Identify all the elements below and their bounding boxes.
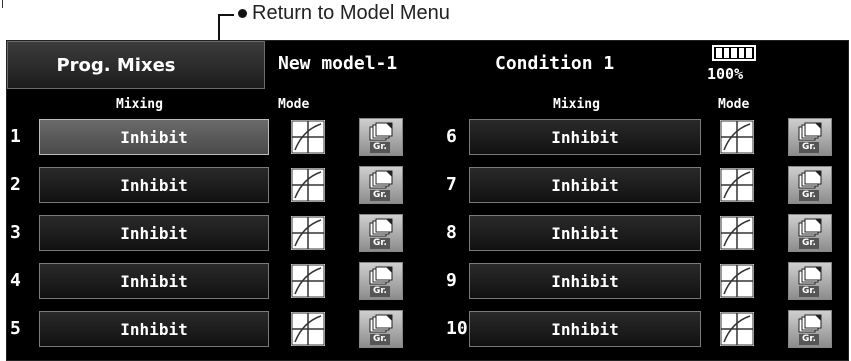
mixing-button-3[interactable]: Inhibit: [39, 215, 269, 251]
group-label: Gr.: [370, 190, 390, 201]
row-number-7: 7: [446, 174, 457, 195]
group-copy-button-2[interactable]: Gr.: [359, 166, 403, 204]
mixing-curve-icon[interactable]: [720, 312, 754, 346]
group-label: Gr.: [799, 190, 819, 201]
mixing-curve-icon[interactable]: [291, 168, 325, 202]
group-copy-icon: [369, 266, 393, 285]
row-number-8: 8: [446, 222, 457, 243]
row-number-5: 5: [10, 318, 21, 339]
col-header-mode-left: Mode: [278, 97, 310, 112]
callout-label: Return to Model Menu: [252, 2, 450, 24]
battery-percentage: 100%: [707, 65, 744, 83]
mixing-curve-icon[interactable]: [291, 120, 325, 154]
group-label: Gr.: [370, 334, 390, 345]
group-label: Gr.: [370, 238, 390, 249]
group-label: Gr.: [370, 142, 390, 153]
group-copy-icon: [369, 122, 393, 141]
group-copy-button-6[interactable]: Gr.: [788, 118, 832, 156]
group-copy-icon: [369, 218, 393, 237]
condition-name: Condition 1: [495, 53, 615, 74]
mixing-button-1[interactable]: Inhibit: [39, 119, 269, 155]
callout-bullet-icon: [238, 9, 247, 18]
mixing-curve-icon[interactable]: [291, 264, 325, 298]
mixing-button-2[interactable]: Inhibit: [39, 167, 269, 203]
return-callout: Return to Model Menu: [218, 0, 618, 44]
mixing-curve-icon[interactable]: [720, 120, 754, 154]
group-copy-icon: [798, 170, 822, 189]
header-bar: Prog. Mixes New model-1 Condition 1 100%: [7, 41, 848, 91]
group-copy-button-9[interactable]: Gr.: [788, 262, 832, 300]
group-copy-button-1[interactable]: Gr.: [359, 118, 403, 156]
group-copy-button-5[interactable]: Gr.: [359, 310, 403, 348]
group-copy-button-3[interactable]: Gr.: [359, 214, 403, 252]
col-header-mixing-right: Mixing: [553, 97, 600, 112]
group-copy-icon: [798, 218, 822, 237]
group-copy-button-10[interactable]: Gr.: [788, 310, 832, 348]
mixing-curve-icon[interactable]: [720, 264, 754, 298]
mixing-button-10[interactable]: Inhibit: [469, 311, 701, 347]
transmitter-screen: Prog. Mixes New model-1 Condition 1 100%…: [6, 40, 849, 361]
row-number-1: 1: [10, 126, 21, 147]
row-number-4: 4: [10, 270, 21, 291]
mixing-curve-icon[interactable]: [720, 168, 754, 202]
group-label: Gr.: [799, 286, 819, 297]
row-number-10: 10: [446, 318, 468, 339]
battery-icon: [712, 43, 762, 65]
group-copy-icon: [369, 314, 393, 333]
group-copy-icon: [798, 314, 822, 333]
mixing-curve-icon[interactable]: [720, 216, 754, 250]
row-number-6: 6: [446, 126, 457, 147]
mixing-button-5[interactable]: Inhibit: [39, 311, 269, 347]
group-label: Gr.: [370, 286, 390, 297]
group-label: Gr.: [799, 334, 819, 345]
group-copy-icon: [798, 266, 822, 285]
mixing-button-9[interactable]: Inhibit: [469, 263, 701, 299]
model-name: New model-1: [278, 53, 398, 74]
mixing-button-4[interactable]: Inhibit: [39, 263, 269, 299]
group-label: Gr.: [799, 142, 819, 153]
group-copy-icon: [798, 122, 822, 141]
mixing-button-7[interactable]: Inhibit: [469, 167, 701, 203]
group-copy-icon: [369, 170, 393, 189]
group-copy-button-4[interactable]: Gr.: [359, 262, 403, 300]
row-number-3: 3: [10, 222, 21, 243]
col-header-mixing-left: Mixing: [116, 97, 163, 112]
edge-tick: [2, 0, 3, 8]
mixing-button-6[interactable]: Inhibit: [469, 119, 701, 155]
row-number-2: 2: [10, 174, 21, 195]
group-label: Gr.: [799, 238, 819, 249]
group-copy-button-8[interactable]: Gr.: [788, 214, 832, 252]
mixing-curve-icon[interactable]: [291, 216, 325, 250]
mixing-button-8[interactable]: Inhibit: [469, 215, 701, 251]
group-copy-button-7[interactable]: Gr.: [788, 166, 832, 204]
row-number-9: 9: [446, 270, 457, 291]
mixing-curve-icon[interactable]: [291, 312, 325, 346]
prog-mixes-title-button[interactable]: Prog. Mixes: [7, 41, 265, 89]
col-header-mode-right: Mode: [718, 97, 750, 112]
